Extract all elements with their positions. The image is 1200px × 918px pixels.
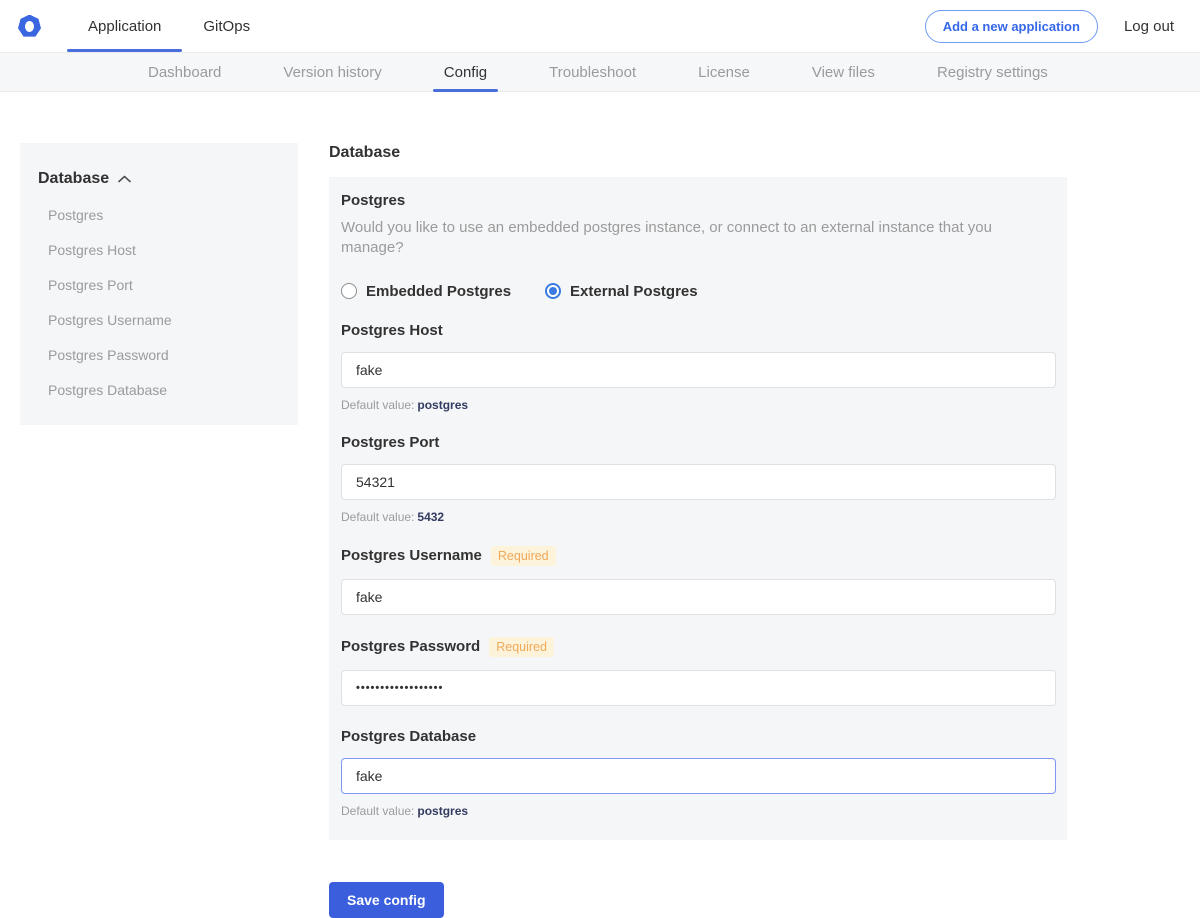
sidebar-item-postgres-port[interactable]: Postgres Port	[38, 278, 280, 292]
tab-gitops[interactable]: GitOps	[182, 0, 271, 52]
subtab-config[interactable]: Config	[413, 53, 518, 91]
subtab-license[interactable]: License	[667, 53, 781, 91]
required-badge: Required	[491, 546, 556, 566]
radio-unchecked-icon	[341, 283, 357, 299]
config-main-area: Database Postgres Would you like to use …	[329, 143, 1067, 918]
postgres-username-label: Postgres Username	[341, 547, 482, 564]
add-new-application-button[interactable]: Add a new application	[925, 10, 1098, 43]
sidebar-item-postgres-username[interactable]: Postgres Username	[38, 313, 280, 327]
postgres-group-label: Postgres	[341, 192, 1055, 209]
subtab-view-files[interactable]: View files	[781, 53, 906, 91]
sidebar-item-postgres-password[interactable]: Postgres Password	[38, 348, 280, 362]
sidebar-item-postgres-host[interactable]: Postgres Host	[38, 243, 280, 257]
database-config-panel: Postgres Would you like to use an embedd…	[329, 177, 1067, 840]
tab-application[interactable]: Application	[67, 0, 182, 52]
field-postgres-username: Postgres Username Required	[341, 546, 1055, 615]
required-badge: Required	[489, 637, 554, 657]
postgres-database-default: Default value:postgres	[341, 804, 1055, 818]
postgres-username-input[interactable]	[341, 579, 1056, 615]
app-sub-navigation: Dashboard Version history Config Trouble…	[0, 52, 1200, 92]
radio-checked-icon	[545, 283, 561, 299]
postgres-radio-group: Postgres Would you like to use an embedd…	[341, 192, 1055, 300]
postgres-port-input[interactable]	[341, 464, 1056, 500]
sidebar-group-database[interactable]: Database	[38, 170, 280, 188]
save-config-button[interactable]: Save config	[329, 882, 444, 918]
radio-embedded-postgres-label: Embedded Postgres	[366, 283, 511, 300]
postgres-port-default: Default value:5432	[341, 510, 1055, 524]
field-postgres-database: Postgres Database Default value:postgres	[341, 728, 1055, 818]
postgres-host-input[interactable]	[341, 352, 1056, 388]
chevron-up-icon	[118, 175, 131, 183]
postgres-password-label: Postgres Password	[341, 638, 480, 655]
default-prefix: Default value:	[341, 804, 414, 818]
default-prefix: Default value:	[341, 398, 414, 412]
config-sidebar: Database Postgres Postgres Host Postgres…	[20, 143, 298, 425]
app-logo-icon	[18, 15, 41, 38]
postgres-password-input[interactable]	[341, 670, 1056, 706]
field-postgres-host: Postgres Host Default value:postgres	[341, 322, 1055, 412]
config-page: Database Postgres Postgres Host Postgres…	[0, 143, 1200, 918]
radio-external-postgres[interactable]: External Postgres	[545, 283, 698, 300]
subtab-troubleshoot[interactable]: Troubleshoot	[518, 53, 667, 91]
config-group-title: Database	[329, 144, 1067, 162]
top-navigation-bar: Application GitOps Add a new application…	[0, 0, 1200, 52]
field-postgres-password: Postgres Password Required	[341, 637, 1055, 706]
subtab-dashboard[interactable]: Dashboard	[117, 53, 252, 91]
field-postgres-port: Postgres Port Default value:5432	[341, 434, 1055, 524]
radio-embedded-postgres[interactable]: Embedded Postgres	[341, 283, 511, 300]
subtab-registry-settings[interactable]: Registry settings	[906, 53, 1079, 91]
default-prefix: Default value:	[341, 510, 414, 524]
postgres-host-default: Default value:postgres	[341, 398, 1055, 412]
default-value: postgres	[417, 804, 468, 818]
default-value: 5432	[417, 510, 444, 524]
postgres-help-text: Would you like to use an embedded postgr…	[341, 218, 1055, 259]
sidebar-item-postgres-database[interactable]: Postgres Database	[38, 383, 280, 397]
postgres-host-label: Postgres Host	[341, 322, 443, 339]
postgres-database-label: Postgres Database	[341, 728, 476, 745]
postgres-port-label: Postgres Port	[341, 434, 439, 451]
sidebar-group-label: Database	[38, 170, 109, 188]
subtab-version-history[interactable]: Version history	[252, 53, 412, 91]
radio-external-postgres-label: External Postgres	[570, 283, 698, 300]
postgres-database-input[interactable]	[341, 758, 1056, 794]
logout-button[interactable]: Log out	[1124, 18, 1174, 35]
sidebar-item-postgres[interactable]: Postgres	[38, 208, 280, 222]
default-value: postgres	[417, 398, 468, 412]
sidebar-item-list: Postgres Postgres Host Postgres Port Pos…	[38, 208, 280, 397]
